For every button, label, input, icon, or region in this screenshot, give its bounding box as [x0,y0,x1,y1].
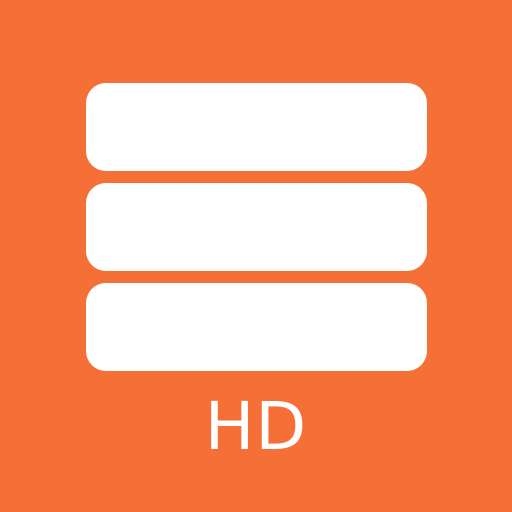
stacked-bar-bottom [86,283,427,371]
hd-badge-label: HD [204,388,308,465]
stacked-bar-middle [86,183,427,271]
app-icon-tile: HD [0,0,512,512]
stacked-bar-top [86,83,427,171]
